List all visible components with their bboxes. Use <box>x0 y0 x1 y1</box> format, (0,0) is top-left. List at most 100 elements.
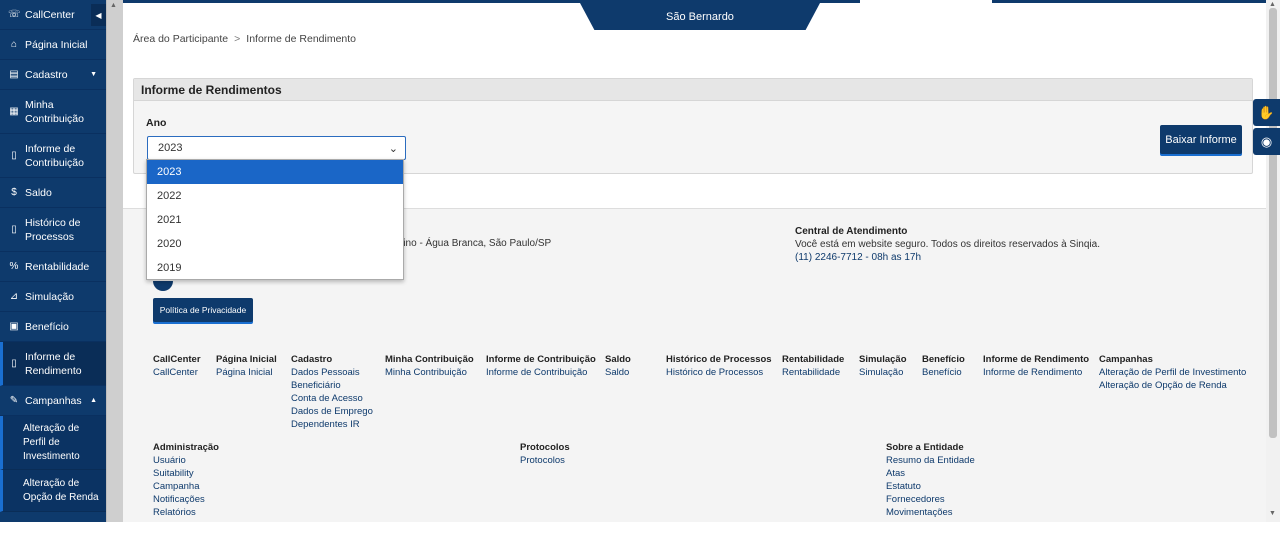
sidebar-scrollbar[interactable]: ▲ <box>106 0 123 522</box>
footer-link[interactable]: Alteração de Perfil de Investimento <box>1099 366 1246 379</box>
sidebar-item-label: Simulação <box>25 290 75 303</box>
year-dropdown: 2023 2022 2021 2020 2019 <box>146 159 404 280</box>
footer-link[interactable]: Minha Contribuição <box>385 366 474 379</box>
footer-link[interactable]: Atas <box>886 467 975 480</box>
footer-link[interactable]: Fornecedores <box>886 493 975 506</box>
scroll-up-icon[interactable]: ▲ <box>1269 1 1276 8</box>
year-select-value: 2023 <box>158 142 183 154</box>
scroll-down-icon[interactable]: ▼ <box>1269 510 1276 517</box>
download-report-button[interactable]: Baixar Informe <box>1160 125 1242 154</box>
sidebar-item-label: Histórico de Processos <box>25 216 81 243</box>
footer-link[interactable]: CallCenter <box>153 366 201 379</box>
sidebar-subitem-opcao-renda[interactable]: Alteração de Opção de Renda <box>0 470 106 512</box>
year-option[interactable]: 2020 <box>147 232 403 256</box>
top-bar-gap <box>860 0 992 3</box>
footer-col-campanhas: Campanhas Alteração de Perfil de Investi… <box>1099 353 1246 392</box>
sidebar-item-label: Cadastro <box>25 68 68 81</box>
sidebar-item-label: Minha Contribuição <box>25 98 84 125</box>
sidebar-item-saldo[interactable]: $ Saldo <box>0 178 106 208</box>
sidebar-item-label: Informe de Contribuição <box>25 142 84 169</box>
panel-title: Informe de Rendimentos <box>134 79 1252 101</box>
sidebar-item-label: Benefício <box>25 320 69 333</box>
year-select[interactable]: 2023 ⌄ <box>147 136 406 160</box>
clipboard-icon: ▣ <box>9 321 19 332</box>
scroll-up-icon[interactable]: ▲ <box>110 2 117 9</box>
footer-col-heading: CallCenter <box>153 354 201 365</box>
sidebar-item-pagina-inicial[interactable]: ⌂ Página Inicial <box>0 30 106 60</box>
sidebar-item-historico-processos[interactable]: ▯ Histórico de Processos <box>0 208 106 252</box>
footer-link[interactable]: Saldo <box>605 366 631 379</box>
footer-col-heading: Cadastro <box>291 354 333 365</box>
footer-link[interactable]: Dados de Emprego <box>291 405 373 418</box>
footer-link[interactable]: Suitability <box>153 467 219 480</box>
footer-link[interactable]: Histórico de Processos <box>666 366 772 379</box>
footer-col-informe-contribuicao: Informe de Contribuição Informe de Contr… <box>486 353 596 379</box>
footer-col-heading: Saldo <box>605 354 631 365</box>
scrollbar-thumb[interactable] <box>1269 8 1277 438</box>
footer-col-sobre-entidade: Sobre a Entidade Resumo da Entidade Atas… <box>886 441 975 519</box>
entity-tab: São Bernardo <box>580 3 820 30</box>
document-icon: ▯ <box>11 150 17 161</box>
footer-col-heading: Protocolos <box>520 442 570 453</box>
central-phone[interactable]: (11) 2246-7712 - 08h as 17h <box>795 251 1100 264</box>
year-option[interactable]: 2022 <box>147 184 403 208</box>
footer-link[interactable]: Usuário <box>153 454 219 467</box>
footer-link[interactable]: Alteração de Opção de Renda <box>1099 379 1246 392</box>
document-icon: ▯ <box>11 358 17 369</box>
sidebar-item-minha-contribuicao[interactable]: ▦ Minha Contribuição <box>0 90 106 134</box>
breadcrumb: Área do Participante > Informe de Rendim… <box>133 33 356 45</box>
footer-link[interactable]: Página Inicial <box>216 366 277 379</box>
bottom-area <box>123 522 1280 550</box>
footer-col-rentabilidade: Rentabilidade Rentabilidade <box>782 353 844 379</box>
sidebar-item-campanhas[interactable]: ✎ Campanhas ▲ <box>0 386 106 416</box>
footer-address: rino - Água Branca, São Paulo/SP <box>400 238 552 249</box>
footer-link[interactable]: Movimentações <box>886 506 975 519</box>
sidebar-item-beneficio[interactable]: ▣ Benefício <box>0 312 106 342</box>
footer-col-heading: Sobre a Entidade <box>886 442 964 453</box>
footer-link[interactable]: Resumo da Entidade <box>886 454 975 467</box>
footer-link[interactable]: Simulação <box>859 366 907 379</box>
sidebar-item-label: Rentabilidade <box>25 260 90 273</box>
footer-col-callcenter: CallCenter CallCenter <box>153 353 201 379</box>
year-option[interactable]: 2021 <box>147 208 403 232</box>
year-option[interactable]: 2019 <box>147 256 403 280</box>
breadcrumb-root[interactable]: Área do Participante <box>133 33 228 45</box>
footer-link[interactable]: Dependentes IR <box>291 418 373 431</box>
footer-col-beneficio: Benefício Benefício <box>922 353 965 379</box>
sidebar-item-informe-rendimento[interactable]: ▯ Informe de Rendimento <box>0 342 106 386</box>
year-option[interactable]: 2023 <box>147 160 403 184</box>
footer-col-heading: Campanhas <box>1099 354 1153 365</box>
footer-col-heading: Histórico de Processos <box>666 354 772 365</box>
footer-link[interactable]: Conta de Acesso <box>291 392 373 405</box>
footer-link[interactable]: Campanha <box>153 480 219 493</box>
footer-col-saldo: Saldo Saldo <box>605 353 631 379</box>
sidebar-subitem-perfil-investimento[interactable]: Alteração de Perfil de Investimento <box>0 416 106 470</box>
sidebar-item-rentabilidade[interactable]: % Rentabilidade <box>0 252 106 282</box>
sidebar-item-simulacao[interactable]: ⊿ Simulação <box>0 282 106 312</box>
footer-link[interactable]: Notificações <box>153 493 219 506</box>
footer-link[interactable]: Rentabilidade <box>782 366 844 379</box>
document-icon: ▯ <box>11 224 17 235</box>
footer-col-pagina-inicial: Página Inicial Página Inicial <box>216 353 277 379</box>
footer-link[interactable]: Estatuto <box>886 480 975 493</box>
eye-icon[interactable]: ◉ <box>1253 128 1280 155</box>
footer-link[interactable]: Relatórios <box>153 506 219 519</box>
breadcrumb-separator: > <box>234 33 241 45</box>
footer-link[interactable]: Benefício <box>922 366 965 379</box>
footer-link[interactable]: Beneficiário <box>291 379 373 392</box>
page-scrollbar[interactable]: ▲ ▼ <box>1266 0 1280 522</box>
privacy-policy-button[interactable]: Política de Privacidade <box>153 298 253 322</box>
entity-tab-label: São Bernardo <box>666 10 734 23</box>
footer-link[interactable]: Informe de Rendimento <box>983 366 1089 379</box>
footer-col-informe-rendimento: Informe de Rendimento Informe de Rendime… <box>983 353 1089 379</box>
sidebar-item-label: Informe de Rendimento <box>25 350 82 377</box>
footer-link[interactable]: Informe de Contribuição <box>486 366 596 379</box>
sidebar-item-callcenter[interactable]: ☏ CallCenter <box>0 0 106 30</box>
sidebar-item-informe-contribuicao[interactable]: ▯ Informe de Contribuição <box>0 134 106 178</box>
footer-col-historico: Histórico de Processos Histórico de Proc… <box>666 353 772 379</box>
footer-link[interactable]: Protocolos <box>520 454 570 467</box>
footer-col-heading: Rentabilidade <box>782 354 845 365</box>
sidebar-item-cadastro[interactable]: ▤ Cadastro ▼ <box>0 60 106 90</box>
sign-language-icon[interactable]: ✋ <box>1253 99 1280 126</box>
footer-link[interactable]: Dados Pessoais <box>291 366 373 379</box>
